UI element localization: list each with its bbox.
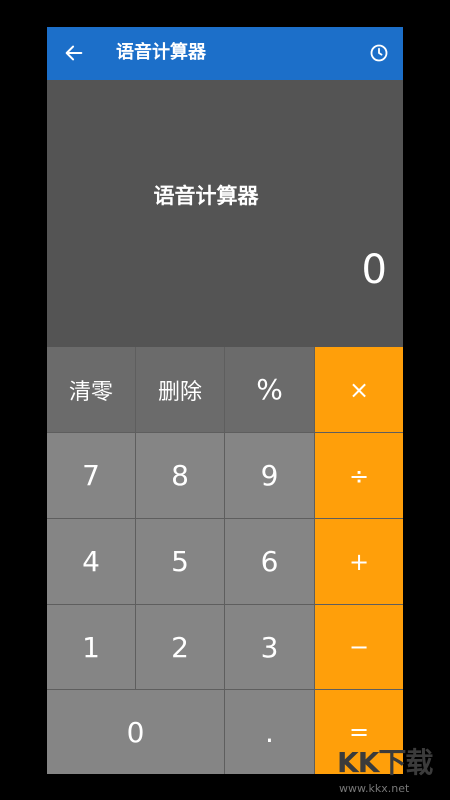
- digit-1-button[interactable]: 1: [47, 605, 135, 689]
- digit-9-button[interactable]: 9: [225, 433, 314, 518]
- multiply-button[interactable]: ×: [315, 347, 403, 432]
- minus-button[interactable]: −: [315, 605, 403, 689]
- decimal-point-button[interactable]: .: [225, 690, 314, 774]
- digit-4-button[interactable]: 4: [47, 519, 135, 604]
- watermark-logo: KK下载: [337, 746, 433, 779]
- digit-5-button[interactable]: 5: [136, 519, 224, 604]
- plus-button[interactable]: +: [315, 519, 403, 604]
- watermark-url: www.kkx.net: [339, 782, 410, 795]
- digit-0-button[interactable]: 0: [47, 690, 224, 774]
- display-title: 语音计算器: [153, 184, 259, 208]
- display-value: 0: [361, 247, 387, 293]
- digit-3-button[interactable]: 3: [225, 605, 314, 689]
- calculator-app: 语音计算器 语音计算器 0 清零 删除 % × 7 8 9 ÷ 4 5 6 + …: [47, 27, 403, 774]
- digit-6-button[interactable]: 6: [225, 519, 314, 604]
- app-title: 语音计算器: [116, 42, 206, 63]
- clear-button[interactable]: 清零: [47, 347, 135, 432]
- calculator-display: 语音计算器 0: [47, 80, 403, 347]
- delete-button[interactable]: 删除: [136, 347, 224, 432]
- percent-button[interactable]: %: [225, 347, 314, 432]
- digit-7-button[interactable]: 7: [47, 433, 135, 518]
- calculator-keypad: 清零 删除 % × 7 8 9 ÷ 4 5 6 + 1 2 3 − 0 . =: [47, 347, 403, 774]
- digit-8-button[interactable]: 8: [136, 433, 224, 518]
- top-app-bar: 语音计算器: [47, 27, 403, 80]
- divide-button[interactable]: ÷: [315, 433, 403, 518]
- digit-2-button[interactable]: 2: [136, 605, 224, 689]
- back-arrow-icon[interactable]: [63, 42, 85, 64]
- history-clock-icon[interactable]: [369, 43, 389, 63]
